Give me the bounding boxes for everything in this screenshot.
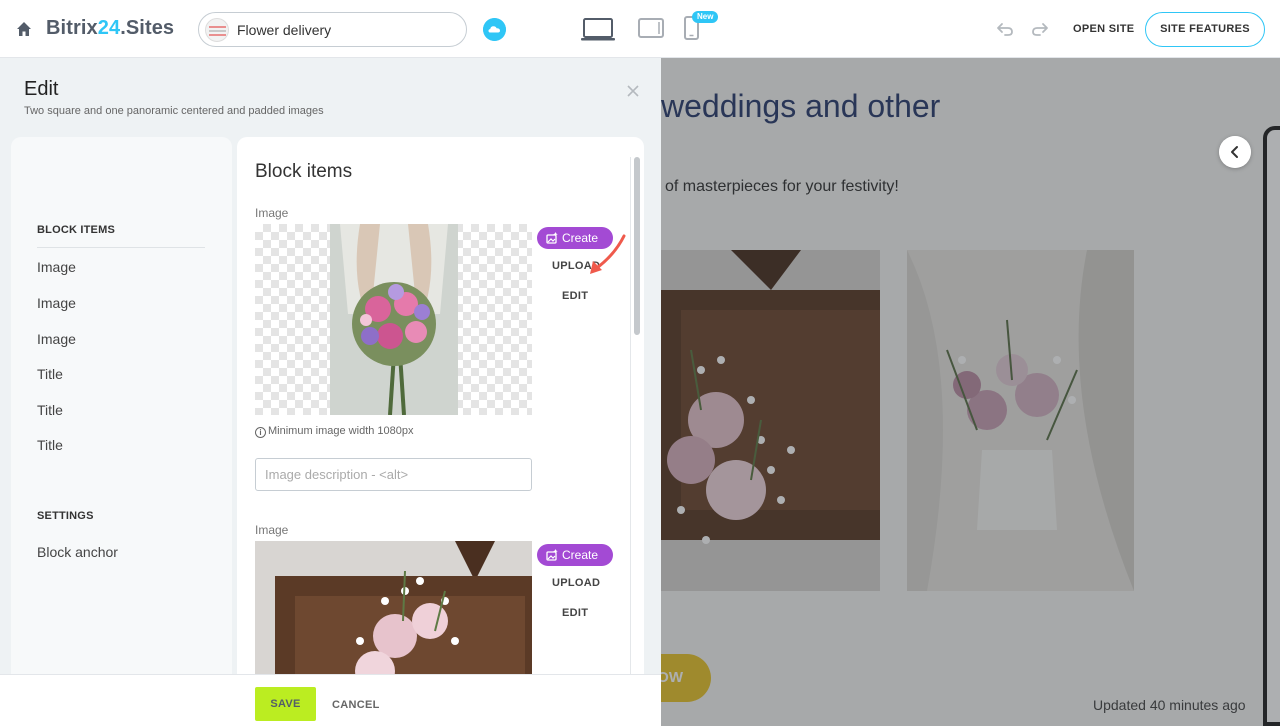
editor-scrollbar[interactable]	[634, 157, 640, 335]
nav-item-image-2[interactable]: Image	[37, 295, 76, 311]
image-width-hint: i Minimum image width 1080px	[255, 425, 414, 438]
image-alt-input[interactable]	[255, 458, 532, 491]
nav-item-title-1[interactable]: Title	[37, 366, 63, 382]
nav-item-block-anchor[interactable]: Block anchor	[37, 544, 118, 560]
site-name: Flower delivery	[237, 22, 332, 38]
upload-button-2[interactable]: UPLOAD	[552, 577, 600, 589]
settings-heading: SETTINGS	[37, 510, 94, 522]
image-field-label-2: Image	[255, 523, 289, 537]
cancel-button[interactable]: CANCEL	[332, 699, 380, 711]
ai-image-icon	[546, 549, 558, 561]
block-nav: BLOCK ITEMS Image Image Image Title Titl…	[11, 137, 232, 726]
desktop-icon[interactable]	[581, 18, 615, 41]
nav-divider	[37, 247, 205, 248]
save-button[interactable]: SAVE	[255, 687, 316, 721]
panel-title: Edit	[24, 78, 59, 100]
close-icon[interactable]	[626, 84, 640, 98]
open-site-link[interactable]: OPEN SITE	[1073, 23, 1134, 35]
bouquet-photo	[330, 224, 458, 415]
tablet-icon[interactable]	[638, 18, 664, 38]
panel-footer: SAVE CANCEL	[0, 674, 661, 726]
info-icon: i	[255, 427, 266, 438]
cloud-icon[interactable]	[483, 18, 506, 41]
site-preview: weddings and other of masterpieces for y…	[661, 58, 1280, 726]
chevron-left-icon[interactable]	[1219, 136, 1251, 168]
site-features-button[interactable]: SITE FEATURES	[1145, 12, 1265, 47]
new-badge: New	[692, 11, 719, 23]
edit-image-button-2[interactable]: EDIT	[562, 607, 588, 619]
ai-image-icon	[546, 232, 558, 244]
hint-text: Minimum image width 1080px	[268, 425, 414, 437]
panel-subtitle: Two square and one panoramic centered an…	[24, 105, 324, 117]
site-selector[interactable]: Flower delivery	[198, 12, 467, 47]
edit-image-button[interactable]: EDIT	[562, 290, 588, 302]
nav-item-image-1[interactable]: Image	[37, 259, 76, 275]
undo-icon[interactable]	[996, 21, 1014, 37]
flowers-box-photo	[255, 541, 532, 677]
nav-item-title-3[interactable]: Title	[37, 437, 63, 453]
top-bar: Bitrix24.Sites Flower delivery New OPEN …	[0, 0, 1280, 58]
create-image-button-2[interactable]: Create	[537, 544, 613, 566]
annotation-arrow-icon	[590, 234, 626, 274]
image-preview-1[interactable]	[255, 224, 532, 415]
app-logo[interactable]: Bitrix24.Sites	[46, 17, 174, 40]
editor-title: Block items	[255, 161, 353, 182]
preview-overlay	[661, 58, 1280, 726]
redo-icon[interactable]	[1031, 21, 1049, 37]
home-icon[interactable]	[16, 21, 32, 37]
nav-item-image-3[interactable]: Image	[37, 331, 76, 347]
block-items-editor: Block items Image Create UPLOAD EDIT i M…	[237, 137, 644, 677]
edit-panel: Edit Two square and one panoramic center…	[0, 58, 661, 726]
site-thumbnail-icon	[205, 18, 229, 42]
nav-item-title-2[interactable]: Title	[37, 402, 63, 418]
create-label: Create	[562, 548, 599, 562]
image-field-label: Image	[255, 206, 289, 220]
image-preview-2[interactable]	[255, 541, 532, 677]
block-items-heading: BLOCK ITEMS	[37, 224, 115, 236]
